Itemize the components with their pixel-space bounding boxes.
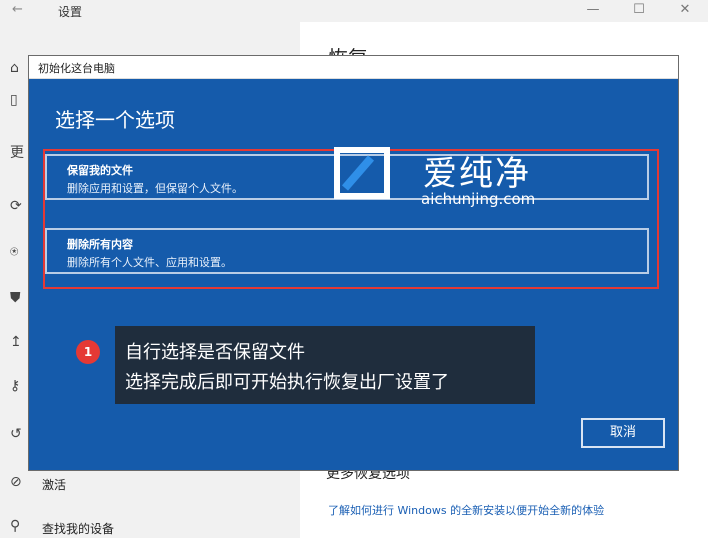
- maximize-button[interactable]: ☐: [616, 0, 662, 20]
- shield-icon[interactable]: ⛊: [10, 290, 21, 306]
- annotation-callout: 自行选择是否保留文件 选择完成后即可开始执行恢复出厂设置了: [115, 326, 535, 404]
- window-controls: — ☐ ✕: [570, 0, 708, 20]
- key-icon[interactable]: ⚷: [10, 378, 20, 394]
- dialog-heading: 选择一个选项: [55, 108, 175, 132]
- home-icon[interactable]: ⌂: [10, 60, 19, 76]
- sync-icon[interactable]: ⟳: [10, 198, 22, 214]
- cancel-button[interactable]: 取消: [581, 418, 665, 448]
- brand-logo-icon: [334, 147, 390, 199]
- callout-line-2: 选择完成后即可开始执行恢复出厂设置了: [125, 372, 449, 393]
- activation-icon: ⊘: [10, 474, 22, 490]
- watermark-url: aichunjing.com: [421, 190, 536, 208]
- minimize-button[interactable]: —: [570, 0, 616, 20]
- sidebar-item-update[interactable]: 更: [10, 142, 24, 162]
- step-badge: 1: [76, 340, 100, 364]
- close-button[interactable]: ✕: [662, 0, 708, 20]
- settings-titlebar: ← 设置 — ☐ ✕: [0, 0, 708, 22]
- watermark: 爱纯净 aichunjing.com: [331, 146, 591, 210]
- delivery-icon[interactable]: ⍟: [10, 244, 18, 260]
- dialog-title: 初始化这台电脑: [38, 62, 115, 75]
- sidebar-item-find-device[interactable]: 查找我的设备: [42, 520, 114, 537]
- find-device-icon: ⚲: [10, 518, 21, 534]
- callout-line-1: 自行选择是否保留文件: [125, 342, 305, 363]
- clean-install-link[interactable]: 了解如何进行 Windows 的全新安装以便开始全新的体验: [328, 502, 604, 518]
- upload-icon[interactable]: ↥: [10, 334, 22, 350]
- watermark-brand: 爱纯净: [423, 154, 531, 194]
- dialog-titlebar: 初始化这台电脑: [29, 56, 678, 79]
- sidebar-item-activation[interactable]: 激活: [42, 476, 66, 493]
- settings-title: 设置: [58, 5, 83, 19]
- search-box[interactable]: ▯: [10, 92, 18, 108]
- recovery-icon[interactable]: ↺: [10, 426, 22, 442]
- arrow-left-icon[interactable]: ←: [12, 2, 23, 17]
- reset-pc-dialog: 初始化这台电脑 选择一个选项 保留我的文件 删除应用和设置，但保留个人文件。 删…: [28, 55, 679, 471]
